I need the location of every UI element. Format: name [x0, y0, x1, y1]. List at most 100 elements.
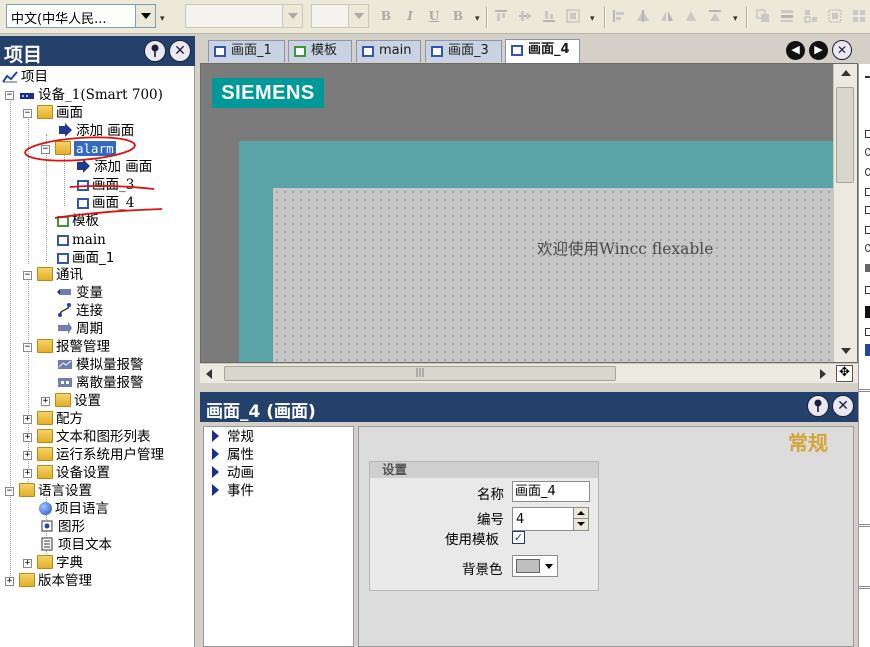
toolbar-overflow-icon[interactable]: ▾ [160, 14, 168, 24]
tree-item-project-languages[interactable]: 项目语言 [39, 500, 109, 518]
close-icon[interactable]: ✕ [832, 395, 854, 417]
properties-nav-events[interactable]: 事件 [212, 482, 254, 500]
properties-nav-general[interactable]: 常规 [212, 428, 254, 446]
align-distribute-icon[interactable] [566, 9, 580, 23]
align-left-icon[interactable] [612, 9, 626, 23]
tree-item-graphics[interactable]: 图形 [39, 518, 85, 536]
chevron-down-icon[interactable]: ▾ [733, 14, 741, 24]
tree-item-runtime-users[interactable]: 运行系统用户管理 [37, 446, 164, 464]
tree-item-screens-folder[interactable]: 画面 [37, 104, 83, 122]
close-icon[interactable]: ✕ [169, 40, 191, 62]
stepper-down-icon[interactable] [573, 519, 588, 530]
tree-item-cycles[interactable]: 周期 [57, 320, 103, 338]
strikethrough-button[interactable]: B [449, 6, 467, 26]
tree-item-connections[interactable]: 连接 [57, 302, 103, 320]
align-center-icon[interactable] [636, 9, 650, 23]
vertical-scroll-thumb[interactable] [836, 87, 854, 183]
group-icon[interactable] [804, 9, 818, 23]
bring-to-front-icon[interactable] [756, 9, 770, 23]
dock-item-icon[interactable] [865, 148, 870, 156]
tab-screen-4[interactable]: 画面_4 [505, 39, 580, 64]
expand-icon[interactable]: + [23, 415, 32, 424]
collapse-icon[interactable]: − [23, 343, 32, 352]
tree-item-add-screen[interactable]: 添加 画面 [57, 122, 134, 140]
tree-item-dictionary[interactable]: 字典 [37, 554, 83, 572]
expand-icon[interactable]: + [5, 577, 14, 586]
close-editor-icon[interactable]: ✕ [832, 40, 852, 60]
tree-item-screen-1[interactable]: 画面_1 [57, 249, 114, 267]
collapse-icon[interactable]: − [5, 487, 14, 496]
pin-icon[interactable] [144, 40, 166, 62]
tree-item-template[interactable]: 模板 [57, 212, 99, 230]
dock-item-icon[interactable] [865, 206, 870, 214]
pin-icon[interactable] [807, 395, 829, 417]
expand-icon[interactable]: + [41, 397, 50, 406]
chevron-down-icon[interactable]: ▾ [590, 14, 598, 24]
rotate-icon[interactable] [684, 9, 698, 23]
welcome-text-field[interactable]: 欢迎使用Wincc flexable [537, 237, 713, 259]
tools-dock-strip[interactable] [858, 64, 870, 647]
dock-item-icon[interactable] [865, 130, 870, 138]
send-to-back-icon[interactable] [780, 9, 794, 23]
screen-editor-canvas[interactable]: SIEMENS 欢迎使用Wincc flexable [200, 63, 858, 363]
tree-item-device[interactable]: 设备_1(Smart 700) [19, 86, 163, 104]
stepper-up-icon[interactable] [573, 508, 588, 519]
editor-vertical-scrollbar[interactable] [833, 64, 857, 362]
align-bottom-icon[interactable] [542, 9, 556, 23]
tab-screen-1[interactable]: 画面_1 [208, 40, 285, 62]
tree-item-alarm-management[interactable]: 报警管理 [37, 338, 110, 356]
scroll-right-icon[interactable] [820, 369, 826, 379]
align-middle-icon[interactable] [518, 9, 532, 23]
chevron-down-icon[interactable] [282, 5, 302, 27]
dock-item-icon[interactable] [865, 226, 870, 234]
chevron-down-icon[interactable] [348, 5, 368, 27]
font-combo[interactable] [185, 4, 303, 28]
collapse-icon[interactable]: − [41, 145, 50, 154]
tree-item-communication[interactable]: 通讯 [37, 266, 83, 284]
collapse-icon[interactable]: − [23, 109, 32, 118]
tree-item-project-texts[interactable]: 项目文本 [39, 536, 112, 554]
expand-icon[interactable]: + [23, 559, 32, 568]
dock-item-icon[interactable] [865, 188, 870, 196]
expand-icon[interactable]: + [23, 433, 32, 442]
tab-scroll-right-icon[interactable]: ▶ [809, 41, 828, 60]
tree-item-screen-4[interactable]: 画面_4 [77, 194, 134, 212]
background-color-picker[interactable] [512, 555, 558, 577]
language-combo[interactable]: 中文(中华人民... [6, 4, 156, 28]
scroll-down-icon[interactable] [841, 348, 851, 354]
editor-horizontal-scrollbar[interactable]: ||| ✥ [200, 363, 858, 383]
tab-screen-3[interactable]: 画面_3 [425, 40, 502, 62]
tab-template[interactable]: 模板 [288, 40, 352, 62]
properties-nav-animation[interactable]: 动画 [212, 464, 254, 482]
tab-scroll-left-icon[interactable]: ◀ [786, 41, 805, 60]
tree-item-language-settings[interactable]: 语言设置 [19, 482, 92, 500]
tree-item-recipes[interactable]: 配方 [37, 410, 83, 428]
dock-item-icon[interactable] [865, 76, 870, 78]
flip-horizontal-icon[interactable] [660, 9, 674, 23]
expand-icon[interactable]: + [23, 451, 32, 460]
screen-work-area[interactable] [273, 188, 857, 362]
chevron-down-icon[interactable]: ▾ [475, 14, 483, 24]
name-field[interactable]: 画面_4 [512, 481, 590, 502]
scroll-up-icon[interactable] [841, 70, 851, 76]
collapse-icon[interactable]: − [5, 91, 14, 100]
flip-vertical-icon[interactable] [708, 9, 722, 23]
font-size-combo[interactable] [311, 4, 369, 28]
chevron-down-icon[interactable] [545, 564, 553, 569]
scroll-left-icon[interactable] [206, 369, 212, 379]
align-top-icon[interactable] [494, 9, 508, 23]
tree-item-version-management[interactable]: 版本管理 [19, 572, 92, 590]
number-stepper[interactable]: 4 [512, 507, 589, 531]
italic-button[interactable]: I [401, 6, 419, 26]
expand-icon[interactable]: + [23, 469, 32, 478]
tree-item-main[interactable]: main [57, 231, 106, 249]
tree-item-tags[interactable]: 变量 [57, 284, 103, 302]
zoom-move-icon[interactable]: ✥ [836, 365, 853, 382]
properties-nav-properties[interactable]: 属性 [212, 446, 254, 464]
tree-item-analog-alarms[interactable]: 模拟量报警 [57, 356, 144, 374]
tree-item-device-settings[interactable]: 设备设置 [37, 464, 110, 482]
tree-item-discrete-alarms[interactable]: 离散量报警 [57, 374, 144, 392]
dock-item-icon[interactable] [865, 244, 870, 252]
dock-item-icon[interactable] [865, 168, 870, 176]
horizontal-scroll-thumb[interactable]: ||| [224, 366, 616, 381]
